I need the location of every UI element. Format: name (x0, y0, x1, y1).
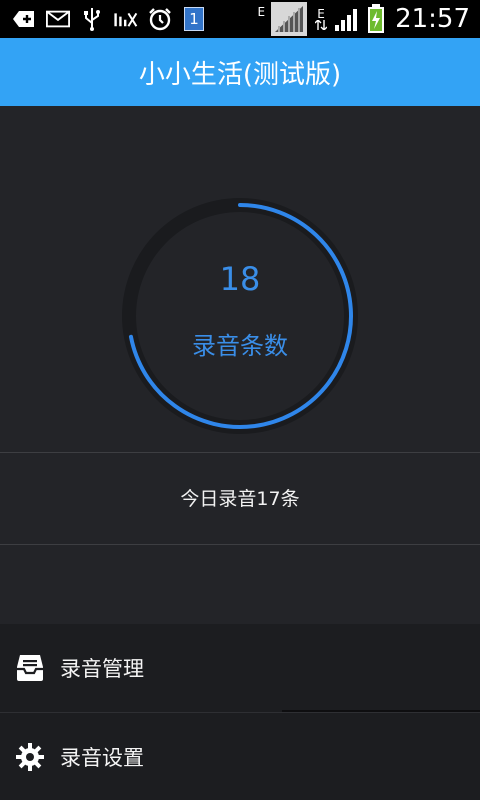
app-title-bar: 小小生活(测试版) (0, 38, 480, 106)
signal-bars-icon (335, 8, 361, 31)
menu-divider-shadow (282, 710, 480, 712)
back-plus-icon (12, 8, 36, 30)
notification-badge: 1 (182, 7, 206, 31)
usb-icon (80, 8, 104, 31)
status-time: 21:57 (395, 4, 470, 34)
menu-item-label: 录音设置 (60, 746, 144, 770)
record-count-label: 录音条数 (192, 332, 288, 360)
alarm-icon (148, 8, 172, 31)
network-type-e-2: E (317, 7, 325, 21)
data-transfer-icon: E (313, 8, 329, 30)
divider-bottom (0, 544, 480, 545)
record-count-value: 18 (219, 260, 261, 298)
record-count-ring: 18 录音条数 (108, 184, 372, 448)
app-title: 小小生活(测试版) (138, 59, 342, 90)
main-content: 18 录音条数 今日录音17条 (0, 106, 480, 624)
inbox-icon (14, 652, 46, 684)
gear-icon (14, 741, 46, 773)
notification-badge-count: 1 (184, 7, 204, 31)
mail-icon (46, 8, 70, 30)
menu-item-label: 录音管理 (60, 657, 144, 681)
network-type-e: E (257, 5, 266, 19)
today-record-summary: 今日录音17条 (180, 488, 300, 510)
battery-charging-icon (367, 4, 385, 34)
progress-ring (122, 198, 358, 434)
no-signal-icon (114, 8, 138, 30)
signal-icon (271, 2, 308, 36)
menu-item-record-management[interactable]: 录音管理 (0, 624, 480, 712)
menu-item-record-settings[interactable]: 录音设置 (0, 713, 480, 800)
divider-top (0, 452, 480, 453)
bottom-menu: 录音管理 录音设置 (0, 624, 480, 800)
status-bar: 1 E E 21:57 (0, 0, 480, 38)
ring-inner (136, 212, 344, 420)
